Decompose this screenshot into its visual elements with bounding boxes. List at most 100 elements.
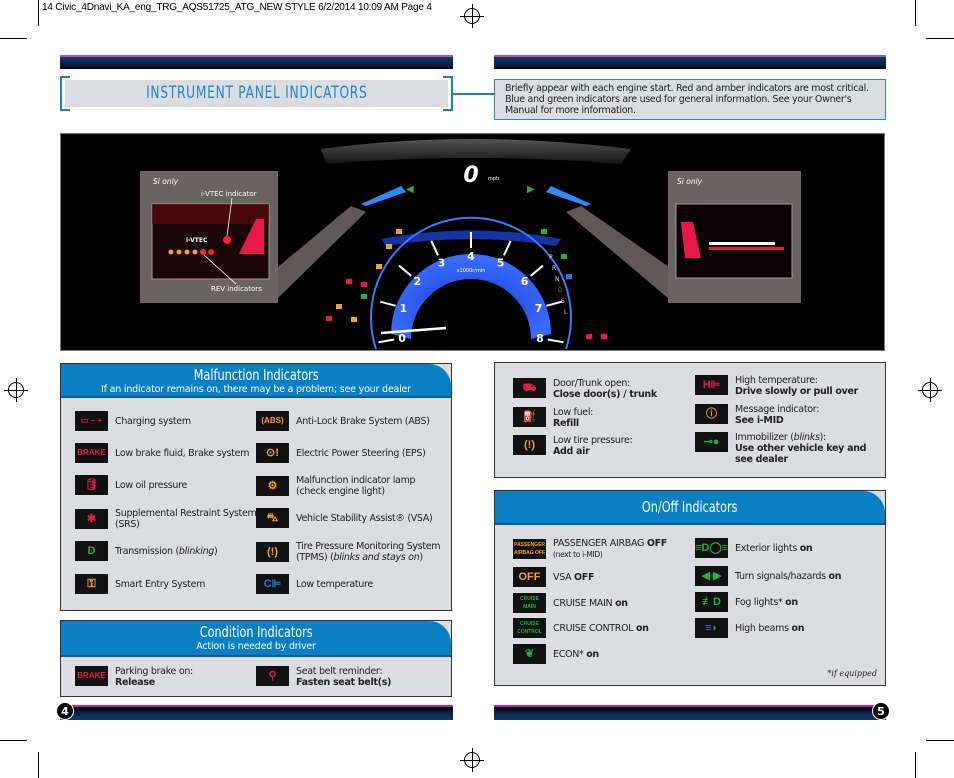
footer-bar-left	[60, 705, 453, 720]
seat-belt-icon: ⚲	[256, 666, 289, 686]
indicator-label: Anti-Lock Brake System (ABS)	[296, 416, 430, 427]
indicator-label: Supplemental Restraint System (SRS)	[115, 508, 265, 530]
indicator-item: C⊫ Low temperature	[256, 574, 446, 594]
indicator-label: Transmission (blinking)	[115, 545, 218, 557]
indicator-label: CRUISE MAIN on	[553, 598, 628, 609]
low-temperature-icon: C⊫	[256, 574, 289, 594]
brake-icon-glyph: BRAKE	[77, 448, 106, 457]
line2: Close door(s) / trunk	[553, 389, 657, 400]
crop-mark	[0, 38, 27, 39]
indicator-label: Vehicle Stability Assist® (VSA)	[296, 513, 433, 524]
cruise-main-icon-glyph: CRUISE MAIN	[520, 596, 539, 610]
fuel-bar	[361, 186, 406, 206]
fuel-icon-glyph: ⛽	[522, 411, 537, 423]
warning-lamp-icon	[396, 229, 402, 234]
callout-beam-right	[566, 206, 669, 299]
indicator-item: ⛍ Vehicle Stability Assist® (VSA)	[256, 508, 446, 528]
line2: Use other vehicle key and see dealer	[735, 443, 867, 465]
indicator-item: ≢D Fog lights* on	[695, 592, 880, 612]
onoff-header: On/Off Indicators	[495, 491, 885, 525]
indicator-label: Seat belt reminder: Fasten seat belt(s)	[296, 666, 391, 688]
label-state: on	[799, 542, 813, 554]
tach-tick	[503, 240, 512, 256]
econ-icon-glyph: ❦	[524, 648, 535, 660]
registration-mark-icon	[460, 4, 484, 28]
malfunction-panel: Malfunction Indicators If an indicator r…	[60, 363, 452, 611]
indicator-item: H⊫ High temperature: Drive slowly or pull …	[695, 375, 880, 397]
seat-belt-icon-glyph: ⚲	[268, 670, 277, 682]
left-turn-arrow-icon: ◀	[406, 184, 414, 195]
eps-icon-glyph: ⊙!	[266, 447, 279, 459]
onoff-panel: On/Off Indicators PASSENGER AIRBAG OFF PA…	[494, 490, 886, 686]
indicator-item: (!) Low tire pressure: Add air	[513, 435, 698, 457]
onoff-title: On/Off Indicators	[642, 498, 738, 516]
low-tire-icon: (!)	[513, 435, 546, 455]
vsa-icon: ⛍	[256, 508, 289, 528]
tach-tick	[530, 264, 544, 277]
gear-letter: P	[549, 254, 553, 261]
print-slug: 14 Civic_4Dnavi_KA_eng_TRG_AQS51725_ATG_…	[42, 2, 432, 13]
indicator-label: Turn signals/hazards on	[735, 571, 842, 582]
header-bar-left	[60, 55, 453, 69]
temp-bar	[546, 186, 591, 206]
line1: High temperature:	[735, 375, 818, 386]
line1: Message indicator:	[735, 404, 820, 415]
line1b: ):	[819, 432, 827, 443]
indicator-label: Malfunction indicator lamp (check engine…	[296, 475, 446, 497]
high-beams-icon: ≡◗	[695, 618, 728, 638]
label-text: Charging system	[115, 415, 191, 427]
vtec-label: i-VTEC indicator	[201, 190, 257, 198]
tach-number: 2	[414, 275, 422, 288]
tpms-icon-glyph: (!)	[267, 546, 278, 558]
vsa-off-icon: OFF	[513, 567, 546, 587]
oil-can-icon-glyph: 🛢	[84, 479, 99, 491]
page-title: INSTRUMENT PANEL INDICATORS	[65, 80, 448, 107]
indicator-label: Low brake fluid, Brake system	[115, 448, 249, 459]
malfunction-header: Malfunction Indicators If an indicator r…	[61, 364, 451, 398]
cruise-control-icon: CRUISE CONTROL	[513, 618, 546, 638]
footnote: *if equipped	[827, 669, 877, 678]
econ-icon: ❦	[513, 644, 546, 664]
parking-brake-icon: BRAKE	[75, 666, 108, 686]
oil-can-icon: 🛢	[75, 475, 108, 495]
line1: Seat belt reminder:	[296, 666, 383, 677]
indicator-item: D Transmission (blinking)	[75, 541, 265, 561]
label-text: Exterior lights	[735, 542, 800, 554]
transmission-d-icon: D	[75, 541, 108, 561]
warning-lamp-icon	[561, 254, 567, 259]
crop-mark	[0, 740, 27, 741]
indicator-item: ⚲ Seat belt reminder: Fasten seat belt(s)	[256, 666, 441, 688]
exterior-lights-icon-glyph: ≡D◯≡	[695, 542, 728, 554]
tach-unit: x1000r/min	[457, 268, 486, 274]
indicator-item: ⚿ Smart Entry System	[75, 574, 265, 594]
abs-icon: (ABS)	[256, 411, 289, 431]
warning-lamp-icon	[586, 334, 592, 339]
fog-lights-icon-glyph: ≢D	[702, 596, 721, 608]
indicator-label: Low tire pressure: Add air	[553, 435, 633, 457]
indicator-item: CRUISE MAIN CRUISE MAIN on	[513, 593, 698, 613]
crop-mark	[915, 0, 916, 26]
cluster-hood	[321, 139, 631, 164]
line2: Refill	[553, 418, 579, 429]
vsa-icon-glyph: ⛍	[266, 512, 279, 524]
malfunction-subtitle: If an indicator remains on, there may be…	[101, 384, 411, 395]
check-engine-icon-glyph: ⚙	[267, 480, 278, 492]
emphasis: blinking	[178, 545, 215, 557]
cruise-main-icon: CRUISE MAIN	[513, 593, 546, 613]
indicator-item: ≡D◯≡ Exterior lights on	[695, 538, 880, 558]
line1: Immobilizer (	[735, 432, 794, 443]
indicator-label: Low temperature	[296, 579, 373, 590]
emphasis: blinks and stays on	[333, 552, 420, 563]
warning-lamp-icon	[541, 229, 547, 234]
speed-readout: 0	[463, 163, 478, 188]
low-tire-icon-glyph: (!)	[524, 439, 535, 451]
gear-letter: L	[564, 309, 568, 316]
indicator-label: High beams on	[735, 623, 804, 634]
vtec-lamp-icon	[223, 236, 231, 244]
high-temperature-icon: H⊫	[695, 375, 728, 395]
label-state: on	[586, 648, 599, 660]
turn-signal-icon: ◀ ▶	[695, 566, 728, 586]
line1: Door/Trunk open:	[553, 378, 631, 389]
cruise-control-icon-glyph: CRUISE CONTROL	[517, 621, 542, 635]
indicator-item: ⛟ Door/Trunk open: Close door(s) / trunk	[513, 378, 698, 400]
